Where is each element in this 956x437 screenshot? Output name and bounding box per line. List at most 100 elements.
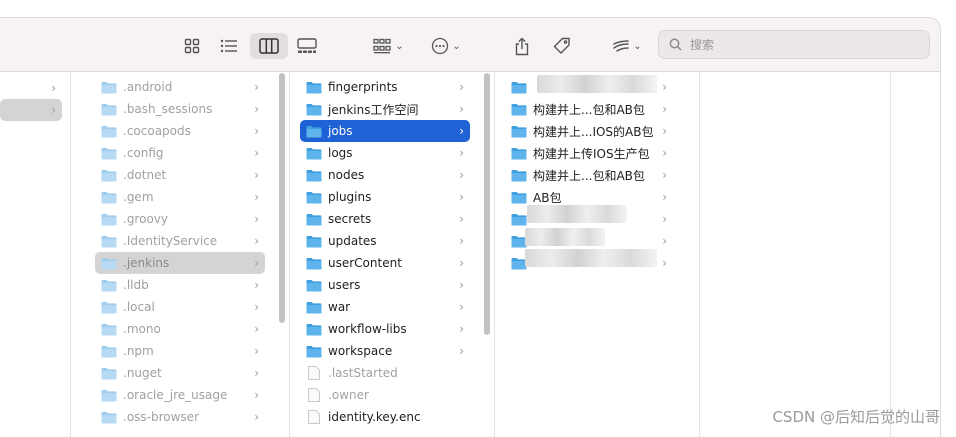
ellipsis-circle-icon: [432, 37, 449, 55]
list-item[interactable]: userContent ›: [300, 252, 470, 274]
list-item[interactable]: secrets ›: [300, 208, 470, 230]
gallery-view-button[interactable]: [294, 33, 320, 59]
group-by-button[interactable]: ⌄: [368, 33, 408, 59]
gallery-icon: [297, 38, 317, 53]
chevron-right-icon: ›: [662, 102, 667, 116]
list-item[interactable]: plugins ›: [300, 186, 470, 208]
chevron-down-icon: ⌄: [395, 40, 404, 52]
folder-icon: [306, 81, 322, 93]
list-item[interactable]: .dotnet ›: [95, 164, 265, 186]
item-label: 构建并上...包和AB包: [533, 168, 645, 183]
list-item[interactable]: fingerprints ›: [300, 76, 470, 98]
list-item[interactable]: .IdentityService ›: [95, 230, 265, 252]
search-input[interactable]: [688, 36, 912, 53]
chevron-right-icon: ›: [662, 212, 667, 226]
chevron-right-icon: ›: [254, 410, 259, 424]
item-label: jenkins工作空间: [328, 102, 419, 117]
item-label: 构建并上...IOS的AB包: [533, 124, 654, 139]
folder-icon: [101, 103, 117, 115]
quick-actions-button[interactable]: ⌄: [608, 33, 646, 59]
column-2-scrollbar[interactable]: [484, 73, 490, 335]
toolbar: ⌄ ⌄ ⌄: [0, 18, 940, 72]
list-item[interactable]: logs ›: [300, 142, 470, 164]
list-item[interactable]: .owner: [300, 384, 470, 406]
tags-button[interactable]: [549, 33, 575, 59]
column-view-button[interactable]: [250, 33, 288, 59]
chevron-right-icon: ›: [662, 256, 667, 270]
chevron-right-icon: ›: [254, 344, 259, 358]
chevron-right-icon: ›: [662, 124, 667, 138]
list-item[interactable]: jenkins工作空间 ›: [300, 98, 470, 120]
folder-icon: [306, 345, 322, 357]
action-menu-button[interactable]: ⌄: [426, 33, 466, 59]
folder-icon: [101, 213, 117, 225]
list-item[interactable]: .bash_sessions ›: [95, 98, 265, 120]
chevron-right-icon: ›: [254, 234, 259, 248]
share-icon: [515, 37, 529, 55]
folder-icon: [101, 191, 117, 203]
item-label: users: [328, 278, 361, 292]
icon-view-button[interactable]: [180, 33, 204, 59]
item-label: .dotnet: [123, 168, 167, 182]
column-1-scrollbar[interactable]: [279, 73, 285, 323]
group-icon: [373, 38, 391, 54]
list-item[interactable]: .oracle_jre_usage ›: [95, 384, 265, 406]
column-0: › ›: [0, 71, 71, 437]
folder-icon: [101, 411, 117, 423]
chevron-right-icon: ›: [254, 190, 259, 204]
finder-window: ⌄ ⌄ ⌄ › › .android›.bash_sessions›.: [0, 17, 941, 437]
folder-icon: [511, 169, 527, 181]
item-label: secrets: [328, 212, 372, 226]
list-item[interactable]: .local ›: [95, 296, 265, 318]
list-item[interactable]: .nuget ›: [95, 362, 265, 384]
list-item[interactable]: .lldb ›: [95, 274, 265, 296]
list-item[interactable]: workflow-libs ›: [300, 318, 470, 340]
list-item[interactable]: identity.key.enc: [300, 406, 470, 428]
redacted-name: [537, 75, 657, 93]
document-icon: [308, 366, 320, 380]
item-label: .IdentityService: [123, 234, 218, 248]
item-label: .groovy: [123, 212, 168, 226]
chevron-right-icon: ›: [459, 278, 464, 292]
list-item[interactable]: 构建并上...IOS的AB包 ›: [507, 120, 673, 142]
list-item[interactable]: .config ›: [95, 142, 265, 164]
chevron-right-icon: ›: [459, 168, 464, 182]
list-item[interactable]: users ›: [300, 274, 470, 296]
list-item[interactable]: .groovy ›: [95, 208, 265, 230]
list-item[interactable]: 构建并上传IOS生产包 ›: [507, 142, 673, 164]
list-item[interactable]: .mono ›: [95, 318, 265, 340]
share-button[interactable]: [510, 33, 534, 59]
list-item[interactable]: .lastStarted: [300, 362, 470, 384]
list-item[interactable]: war ›: [300, 296, 470, 318]
chevron-right-icon: ›: [662, 146, 667, 160]
list-item[interactable]: workspace ›: [300, 340, 470, 362]
item-label: .mono: [123, 322, 161, 336]
folder-icon: [306, 169, 322, 181]
item-label: workspace: [328, 344, 393, 358]
chevron-right-icon: ›: [254, 212, 259, 226]
list-item[interactable]: 构建并上...包和AB包 ›: [507, 164, 673, 186]
list-item[interactable]: .android ›: [95, 76, 265, 98]
list-item[interactable]: .gem ›: [95, 186, 265, 208]
search-field[interactable]: [658, 30, 930, 59]
list-item-selected[interactable]: ›: [0, 99, 62, 121]
folder-icon: [101, 147, 117, 159]
list-view-button[interactable]: [216, 33, 242, 59]
chevron-right-icon: ›: [254, 300, 259, 314]
list-item[interactable]: .npm ›: [95, 340, 265, 362]
list-item-selected[interactable]: .jenkins ›: [95, 252, 265, 274]
list-item[interactable]: nodes ›: [300, 164, 470, 186]
list-item[interactable]: .cocoapods ›: [95, 120, 265, 142]
folder-icon: [101, 125, 117, 137]
list-item[interactable]: ›: [0, 77, 62, 99]
item-label: userContent: [328, 256, 402, 270]
list-item[interactable]: .oss-browser ›: [95, 406, 265, 428]
list-item[interactable]: 构建并上...包和AB包 ›: [507, 98, 673, 120]
chevron-right-icon: ›: [459, 190, 464, 204]
markup-icon: [613, 40, 630, 52]
list-item-selected[interactable]: jobs ›: [300, 120, 470, 142]
list-item[interactable]: updates ›: [300, 230, 470, 252]
folder-icon: [511, 213, 527, 225]
watermark: CSDN @后知后觉的山哥: [772, 408, 940, 426]
folder-icon: [306, 147, 322, 159]
